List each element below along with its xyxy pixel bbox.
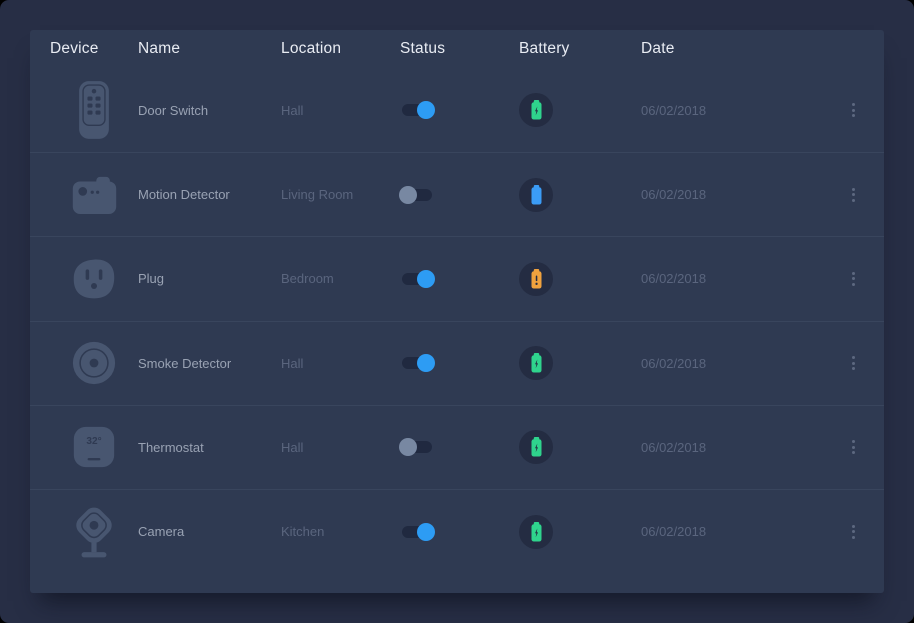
more-options-button[interactable] [848,184,859,206]
kebab-dot [852,188,855,191]
kebab-dot [852,272,855,275]
column-header-date: Date [641,40,842,58]
device-location: Hall [281,103,400,118]
status-toggle[interactable] [402,104,432,116]
device-location: Living Room [281,187,400,202]
toggle-knob [417,270,435,288]
battery-icon [530,437,543,457]
kebab-dot [852,103,855,106]
kebab-dot [852,114,855,117]
toggle-knob [417,354,435,372]
device-row: Thermostat Hall 06/02/2018 [30,405,884,489]
more-options-button[interactable] [848,99,859,121]
kebab-dot [852,362,855,365]
table-header: Device Name Location Status Battery Date [30,30,884,68]
battery-icon [530,269,543,289]
battery-indicator [519,430,553,464]
column-header-location: Location [281,40,400,58]
kebab-dot [852,193,855,196]
column-header-status: Status [400,40,519,58]
device-name: Thermostat [138,440,281,455]
kebab-dot [852,367,855,370]
column-header-device: Device [50,40,138,58]
device-date: 06/02/2018 [641,271,842,286]
device-name: Plug [138,271,281,286]
kebab-dot [852,451,855,454]
battery-indicator [519,262,553,296]
plug-icon [71,257,117,301]
battery-indicator [519,515,553,549]
device-date: 06/02/2018 [641,440,842,455]
motion-detector-icon [71,174,118,216]
device-name: Door Switch [138,103,281,118]
battery-icon [530,522,543,542]
kebab-dot [852,530,855,533]
smoke-detector-icon [71,340,117,386]
device-table-body: Door Switch Hall 06/02/2018 [30,68,884,573]
device-location: Bedroom [281,271,400,286]
kebab-dot [852,109,855,112]
camera-icon [71,503,117,561]
smart-home-devices-screen: Device Name Location Status Battery Date… [0,0,914,623]
device-date: 06/02/2018 [641,356,842,371]
device-row: Motion Detector Living Room 06/02/20 [30,152,884,236]
device-row: Plug Bedroom 06/02/2018 [30,236,884,320]
kebab-dot [852,277,855,280]
toggle-knob [417,523,435,541]
battery-indicator [519,346,553,380]
device-location: Hall [281,356,400,371]
device-location: Kitchen [281,524,400,539]
devices-table-card: Device Name Location Status Battery Date… [30,30,884,593]
kebab-dot [852,446,855,449]
more-options-button[interactable] [848,521,859,543]
status-toggle[interactable] [402,189,432,201]
kebab-dot [852,440,855,443]
status-toggle[interactable] [402,357,432,369]
device-row: Door Switch Hall 06/02/2018 [30,68,884,152]
device-date: 06/02/2018 [641,187,842,202]
battery-indicator [519,93,553,127]
status-toggle[interactable] [402,441,432,453]
column-header-name: Name [138,40,281,58]
kebab-dot [852,283,855,286]
battery-indicator [519,178,553,212]
more-options-button[interactable] [848,436,859,458]
kebab-dot [852,199,855,202]
toggle-knob [399,186,417,204]
status-toggle[interactable] [402,273,432,285]
column-header-battery: Battery [519,40,641,58]
device-name: Smoke Detector [138,356,281,371]
thermostat-icon [72,425,116,469]
more-options-button[interactable] [848,352,859,374]
battery-icon [530,100,543,120]
toggle-knob [399,438,417,456]
device-name: Camera [138,524,281,539]
device-date: 06/02/2018 [641,524,842,539]
device-location: Hall [281,440,400,455]
kebab-dot [852,525,855,528]
kebab-dot [852,356,855,359]
device-row: Smoke Detector Hall 06/02/2018 [30,321,884,405]
battery-icon [530,185,543,205]
device-row: Camera Kitchen 06/02/2018 [30,489,884,573]
more-options-button[interactable] [848,268,859,290]
battery-icon [530,353,543,373]
kebab-dot [852,536,855,539]
device-date: 06/02/2018 [641,103,842,118]
remote-icon [73,78,115,142]
device-name: Motion Detector [138,187,281,202]
status-toggle[interactable] [402,526,432,538]
toggle-knob [417,101,435,119]
